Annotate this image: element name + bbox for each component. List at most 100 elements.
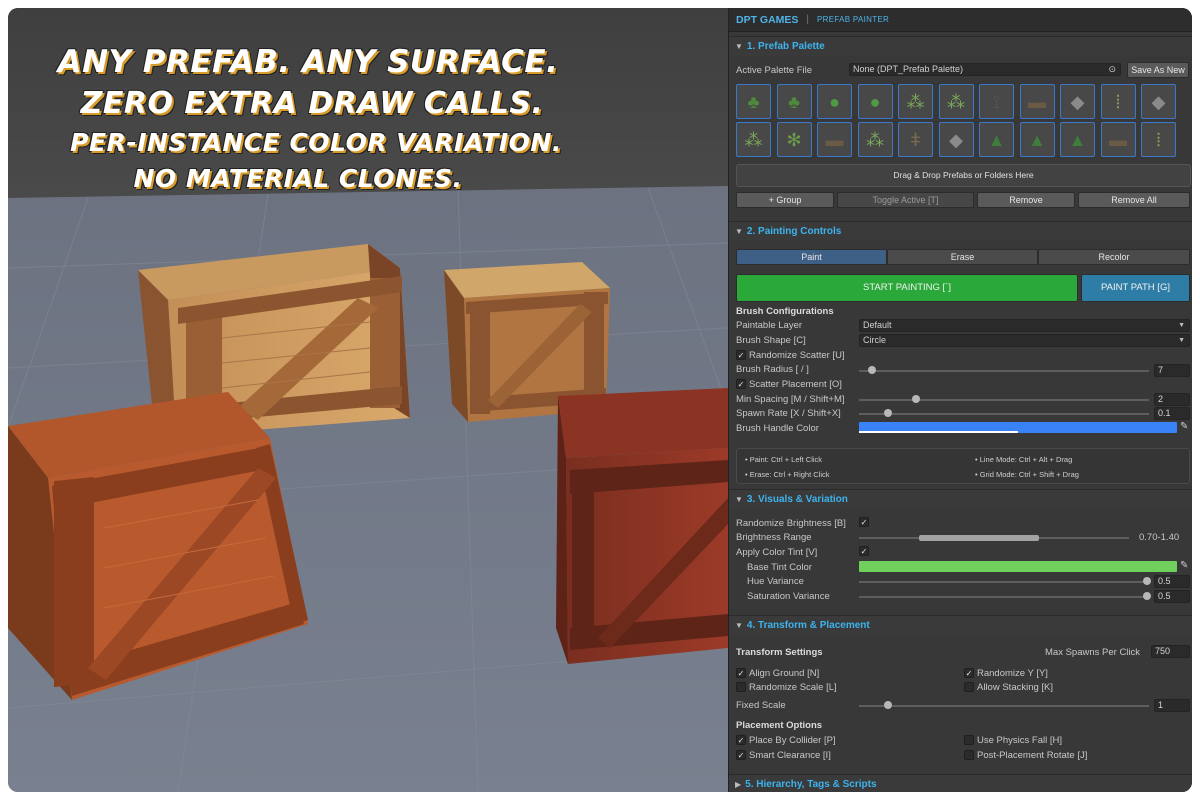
spawn-rate-track[interactable] <box>859 413 1149 415</box>
fixed-scale-field[interactable]: 1 <box>1154 699 1190 712</box>
rock-icon: ◆ <box>1151 91 1166 112</box>
saturation-variance-knob[interactable] <box>1143 592 1151 600</box>
fixed-scale-track[interactable] <box>859 705 1149 707</box>
palette-file-field[interactable]: None (DPT_Prefab Palette) ⊙ <box>849 63 1121 76</box>
eyedropper-icon[interactable]: ✎ <box>1180 560 1188 571</box>
brightness-range-fill[interactable] <box>919 535 1039 541</box>
section-visuals-variation[interactable]: ▼ 3. Visuals & Variation <box>729 489 1192 509</box>
prefab-thumbnail[interactable]: ◆ <box>1060 84 1095 119</box>
pine-icon: ▲ <box>987 129 1006 150</box>
align-ground-checkbox[interactable]: ✓ <box>736 668 746 678</box>
prefab-thumbnail[interactable]: ⁂ <box>898 84 933 119</box>
add-group-button[interactable]: + Group <box>736 192 834 208</box>
saturation-variance-field[interactable]: 0.5 <box>1154 590 1190 603</box>
allow-stacking-checkbox[interactable] <box>964 682 974 692</box>
hue-variance-field[interactable]: 0.5 <box>1154 575 1190 588</box>
brush-shape-dropdown[interactable]: Circle ▼ <box>859 334 1190 347</box>
eyedropper-icon[interactable]: ✎ <box>1180 421 1188 432</box>
spawn-rate-field[interactable]: 0.1 <box>1154 407 1190 420</box>
promo-line-3: PER-INSTANCE COLOR VARIATION. <box>70 128 562 157</box>
prefab-thumbnail[interactable]: ⦙ <box>1100 84 1136 119</box>
randomize-y-checkbox[interactable]: ✓ <box>964 668 974 678</box>
prefab-thumbnail[interactable]: ▲ <box>1060 122 1095 157</box>
min-spacing-field[interactable]: 2 <box>1154 393 1190 406</box>
transform-settings-heading: Transform Settings <box>736 647 823 658</box>
foldout-arrow-icon: ▼ <box>735 42 743 51</box>
post-placement-rotate-checkbox[interactable] <box>964 750 974 760</box>
section-title: 5. Hierarchy, Tags & Scripts <box>745 779 877 790</box>
use-physics-fall-checkbox[interactable] <box>964 735 974 745</box>
prefab-thumbnail[interactable]: ⟟ <box>979 84 1014 119</box>
prefab-thumbnail[interactable]: ▬ <box>1100 122 1136 157</box>
promo-line-2: ZERO EXTRA DRAW CALLS. <box>80 86 544 121</box>
scatter-placement-checkbox[interactable]: ✓ <box>736 379 746 389</box>
toggle-active-button[interactable]: Toggle Active [T] <box>837 192 974 208</box>
randomize-brightness-checkbox[interactable]: ✓ <box>859 517 869 527</box>
sapling-icon: ǂ <box>910 129 921 150</box>
object-picker-icon[interactable]: ⊙ <box>1108 64 1116 75</box>
section-painting-controls[interactable]: ▼ 2. Painting Controls <box>729 221 1192 241</box>
crate-red <box>556 388 728 664</box>
scene-viewport[interactable]: ANY PREFAB. ANY SURFACE. ZERO EXTRA DRAW… <box>8 8 728 792</box>
saturation-variance-track[interactable] <box>859 596 1149 598</box>
prefab-thumbnail[interactable]: ⁂ <box>736 122 771 157</box>
section-transform-placement[interactable]: ▼ 4. Transform & Placement <box>729 615 1192 635</box>
palette-file-label: Active Palette File <box>736 65 813 76</box>
remove-all-button[interactable]: Remove All <box>1078 192 1190 208</box>
hue-variance-label: Hue Variance <box>747 576 804 587</box>
prefab-thumbnail[interactable]: ⦙ <box>1141 122 1176 157</box>
bush-icon: ● <box>869 91 881 112</box>
section-hierarchy-tags-scripts[interactable]: ▶ 5. Hierarchy, Tags & Scripts <box>729 774 1192 792</box>
remove-button[interactable]: Remove <box>977 192 1075 208</box>
randomize-scale-label: Randomize Scale [L] <box>749 682 837 693</box>
hue-variance-knob[interactable] <box>1143 577 1151 585</box>
mode-paint-tab[interactable]: Paint <box>736 249 887 265</box>
randomize-scatter-checkbox[interactable]: ✓ <box>736 350 746 360</box>
foldout-arrow-icon: ▶ <box>735 780 742 789</box>
prefab-thumbnail[interactable]: ◆ <box>1141 84 1176 119</box>
brush-config-heading: Brush Configurations <box>736 306 834 317</box>
prefab-thumbnail[interactable]: ✻ <box>776 122 812 157</box>
prefab-thumbnail[interactable]: ⁂ <box>938 84 974 119</box>
max-spawns-field[interactable]: 750 <box>1151 645 1190 658</box>
dead-tree-icon: ⟟ <box>993 91 1000 112</box>
prefab-thumbnail[interactable]: ● <box>817 84 852 119</box>
prefab-thumbnail[interactable]: ● <box>857 84 893 119</box>
shortcut-help-box: • Paint: Ctrl + Left Click • Erase: Ctrl… <box>736 448 1190 484</box>
prefab-thumbnail[interactable]: ▲ <box>1019 122 1055 157</box>
prefab-thumbnail[interactable]: ▬ <box>1019 84 1055 119</box>
prefab-thumbnail[interactable]: ◆ <box>938 122 974 157</box>
base-tint-swatch[interactable] <box>859 561 1177 572</box>
smart-clearance-checkbox[interactable]: ✓ <box>736 750 746 760</box>
brush-radius-knob[interactable] <box>868 366 876 374</box>
brush-radius-field[interactable]: 7 <box>1154 364 1190 377</box>
prefab-thumbnail[interactable]: ♣ <box>736 84 771 119</box>
save-as-new-button[interactable]: Save As New <box>1127 62 1189 78</box>
grass-icon: ⁂ <box>866 129 884 150</box>
spawn-rate-knob[interactable] <box>884 409 892 417</box>
mode-erase-tab[interactable]: Erase <box>887 249 1038 265</box>
prefab-thumbnail[interactable]: ♣ <box>776 84 812 119</box>
alpha-bar <box>859 431 1018 433</box>
mode-recolor-tab[interactable]: Recolor <box>1038 249 1190 265</box>
prefab-dropzone[interactable]: Drag & Drop Prefabs or Folders Here <box>736 164 1191 187</box>
brush-radius-track[interactable] <box>859 370 1149 372</box>
min-spacing-track[interactable] <box>859 399 1149 401</box>
place-by-collider-checkbox[interactable]: ✓ <box>736 735 746 745</box>
min-spacing-knob[interactable] <box>912 395 920 403</box>
fixed-scale-knob[interactable] <box>884 701 892 709</box>
start-painting-button[interactable]: START PAINTING [`] <box>736 274 1078 302</box>
section-prefab-palette[interactable]: ▼ 1. Prefab Palette <box>729 36 1192 56</box>
apply-color-tint-checkbox[interactable]: ✓ <box>859 546 869 556</box>
paint-path-button[interactable]: PAINT PATH [G] <box>1081 274 1190 302</box>
prefab-thumbnail[interactable]: ǂ <box>898 122 933 157</box>
randomize-scale-checkbox[interactable] <box>736 682 746 692</box>
prefab-thumbnail[interactable]: ▲ <box>979 122 1014 157</box>
prefab-thumbnail[interactable]: ▬ <box>817 122 852 157</box>
brush-handle-color-swatch[interactable] <box>859 422 1177 433</box>
pine-icon: ▲ <box>1028 129 1046 150</box>
paintable-layer-dropdown[interactable]: Default ▼ <box>859 319 1190 332</box>
prefab-thumbnail[interactable]: ⁂ <box>857 122 893 157</box>
placement-options-heading: Placement Options <box>736 720 823 731</box>
hue-variance-track[interactable] <box>859 581 1149 583</box>
